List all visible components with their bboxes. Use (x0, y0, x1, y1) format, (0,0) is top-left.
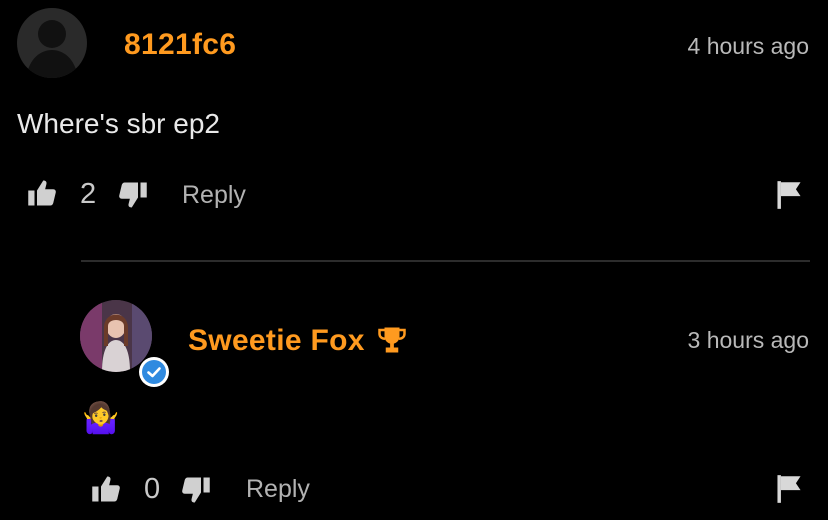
comment-avatar[interactable] (17, 8, 87, 78)
thumbs-up-button[interactable] (27, 178, 57, 208)
reply-thumbs-down-button[interactable] (181, 475, 211, 505)
verified-check-icon (147, 367, 161, 378)
reply-reply-button[interactable]: Reply (246, 475, 310, 504)
comment-timestamp: 4 hours ago (687, 33, 809, 59)
reply-divider (81, 260, 810, 262)
comment-like-count: 2 (80, 178, 97, 210)
default-avatar-icon (26, 20, 78, 78)
thumbs-down-icon (182, 477, 210, 503)
reply-thumbs-up-button[interactable] (91, 474, 121, 504)
comment-reply-button[interactable]: Reply (182, 181, 246, 210)
thumbs-up-icon (92, 476, 120, 502)
reply-timestamp: 3 hours ago (687, 327, 809, 353)
thumbs-down-button[interactable] (118, 180, 148, 210)
comment-username[interactable]: 8121fc6 (124, 28, 236, 62)
flag-icon (777, 181, 801, 209)
trophy-badge (377, 325, 407, 355)
reply-flag-button[interactable] (776, 474, 802, 504)
flag-icon (777, 475, 801, 503)
verified-badge (139, 357, 169, 387)
comment-flag-button[interactable] (776, 180, 802, 210)
trophy-icon (378, 327, 406, 353)
thumbs-up-icon (28, 180, 56, 206)
comment-text: Where's sbr ep2 (17, 108, 220, 139)
reply-username[interactable]: Sweetie Fox (188, 324, 365, 358)
reply-text: 🤷‍♀️ (82, 402, 120, 435)
thumbs-down-icon (119, 182, 147, 208)
reply-like-count: 0 (144, 473, 161, 505)
